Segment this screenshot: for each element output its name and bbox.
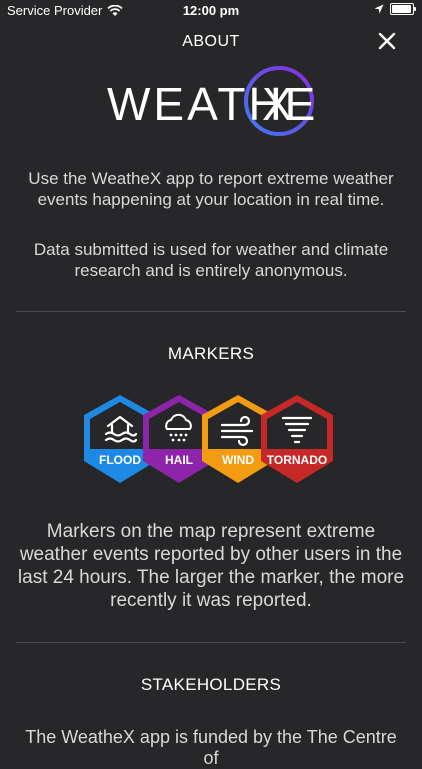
- divider: [16, 311, 406, 312]
- page-title: ABOUT: [182, 33, 240, 50]
- status-bar: Service Provider 12:00 pm: [0, 0, 422, 22]
- tornado-marker: TORNADO: [261, 395, 333, 483]
- divider: [16, 642, 406, 643]
- battery-icon: [390, 3, 416, 15]
- svg-text:HAIL: HAIL: [165, 453, 193, 467]
- location-arrow-icon: [374, 4, 384, 14]
- stakeholders-text: The WeatheX app is funded by the The Cen…: [25, 727, 397, 768]
- svg-text:TORNADO: TORNADO: [267, 453, 327, 467]
- svg-text:X: X: [262, 78, 293, 130]
- intro-paragraph-1: Use the WeatheX app to report extreme we…: [28, 169, 394, 209]
- markers-description: Markers on the map represent extreme wea…: [17, 521, 405, 611]
- status-right: [374, 3, 416, 15]
- status-time: 12:00 pm: [182, 3, 240, 18]
- markers-title: MARKERS: [167, 344, 255, 363]
- svg-text:FLOOD: FLOOD: [99, 453, 141, 467]
- svg-text:WIND: WIND: [222, 453, 254, 467]
- weathex-logo: WEATHE X: [107, 66, 315, 136]
- stakeholders-title: STAKEHOLDERS: [140, 675, 282, 694]
- intro-paragraph-2: Data submitted is used for weather and c…: [33, 240, 389, 280]
- close-icon[interactable]: [378, 32, 396, 50]
- markers-legend: FLOOD HAIL WIND TORNADO: [84, 395, 333, 483]
